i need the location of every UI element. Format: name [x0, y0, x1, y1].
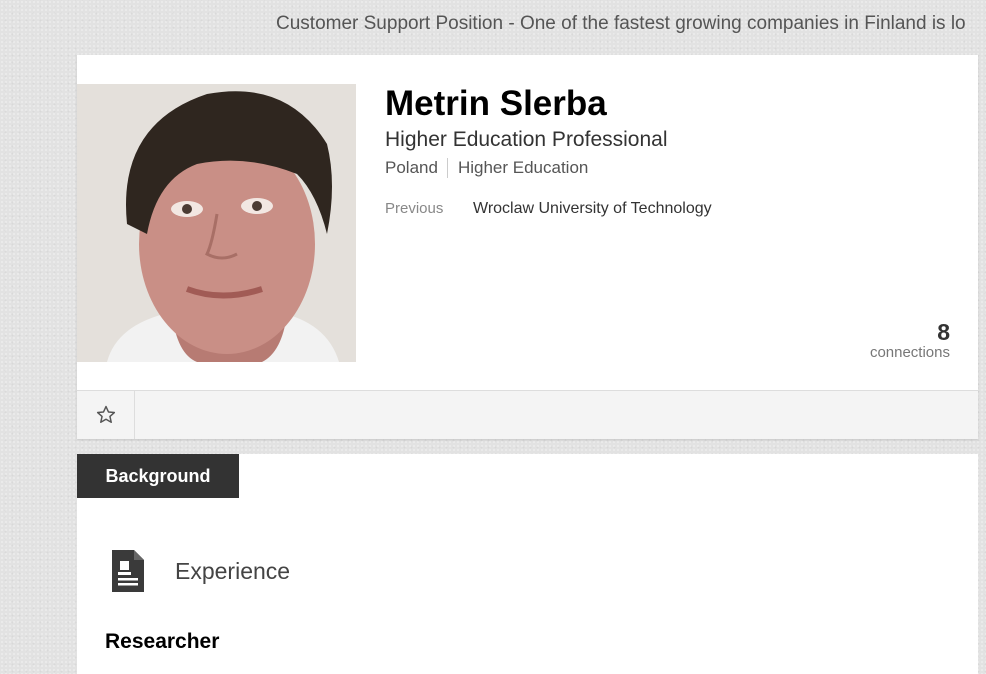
profile-action-bar	[77, 390, 978, 439]
profile-headline: Higher Education Professional	[385, 128, 668, 151]
star-outline-icon	[96, 405, 115, 423]
previous-label: Previous	[385, 200, 444, 217]
profile-photo	[77, 84, 356, 362]
profile-industry[interactable]: Higher Education	[458, 158, 588, 178]
connections-count: 8	[937, 319, 950, 345]
resume-icon	[110, 548, 146, 599]
favorite-button[interactable]	[77, 391, 135, 439]
profile-name: Metrin Slerba	[385, 84, 607, 123]
background-card: Background Experience Researcher	[77, 454, 978, 674]
job-title: Researcher	[105, 630, 220, 653]
previous-company-link[interactable]: Wroclaw University of Technology	[473, 200, 712, 218]
tab-background[interactable]: Background	[77, 454, 239, 498]
profile-photo-image	[77, 84, 356, 362]
profile-meta: Poland Higher Education	[385, 158, 588, 178]
connections-label: connections	[869, 344, 950, 361]
meta-divider	[446, 158, 448, 178]
profile-location[interactable]: Poland	[385, 158, 438, 178]
profile-card: Metrin Slerba Higher Education Professio…	[77, 55, 978, 439]
experience-heading: Experience	[175, 558, 291, 584]
news-ticker[interactable]: Customer Support Position - One of the f…	[276, 13, 966, 35]
